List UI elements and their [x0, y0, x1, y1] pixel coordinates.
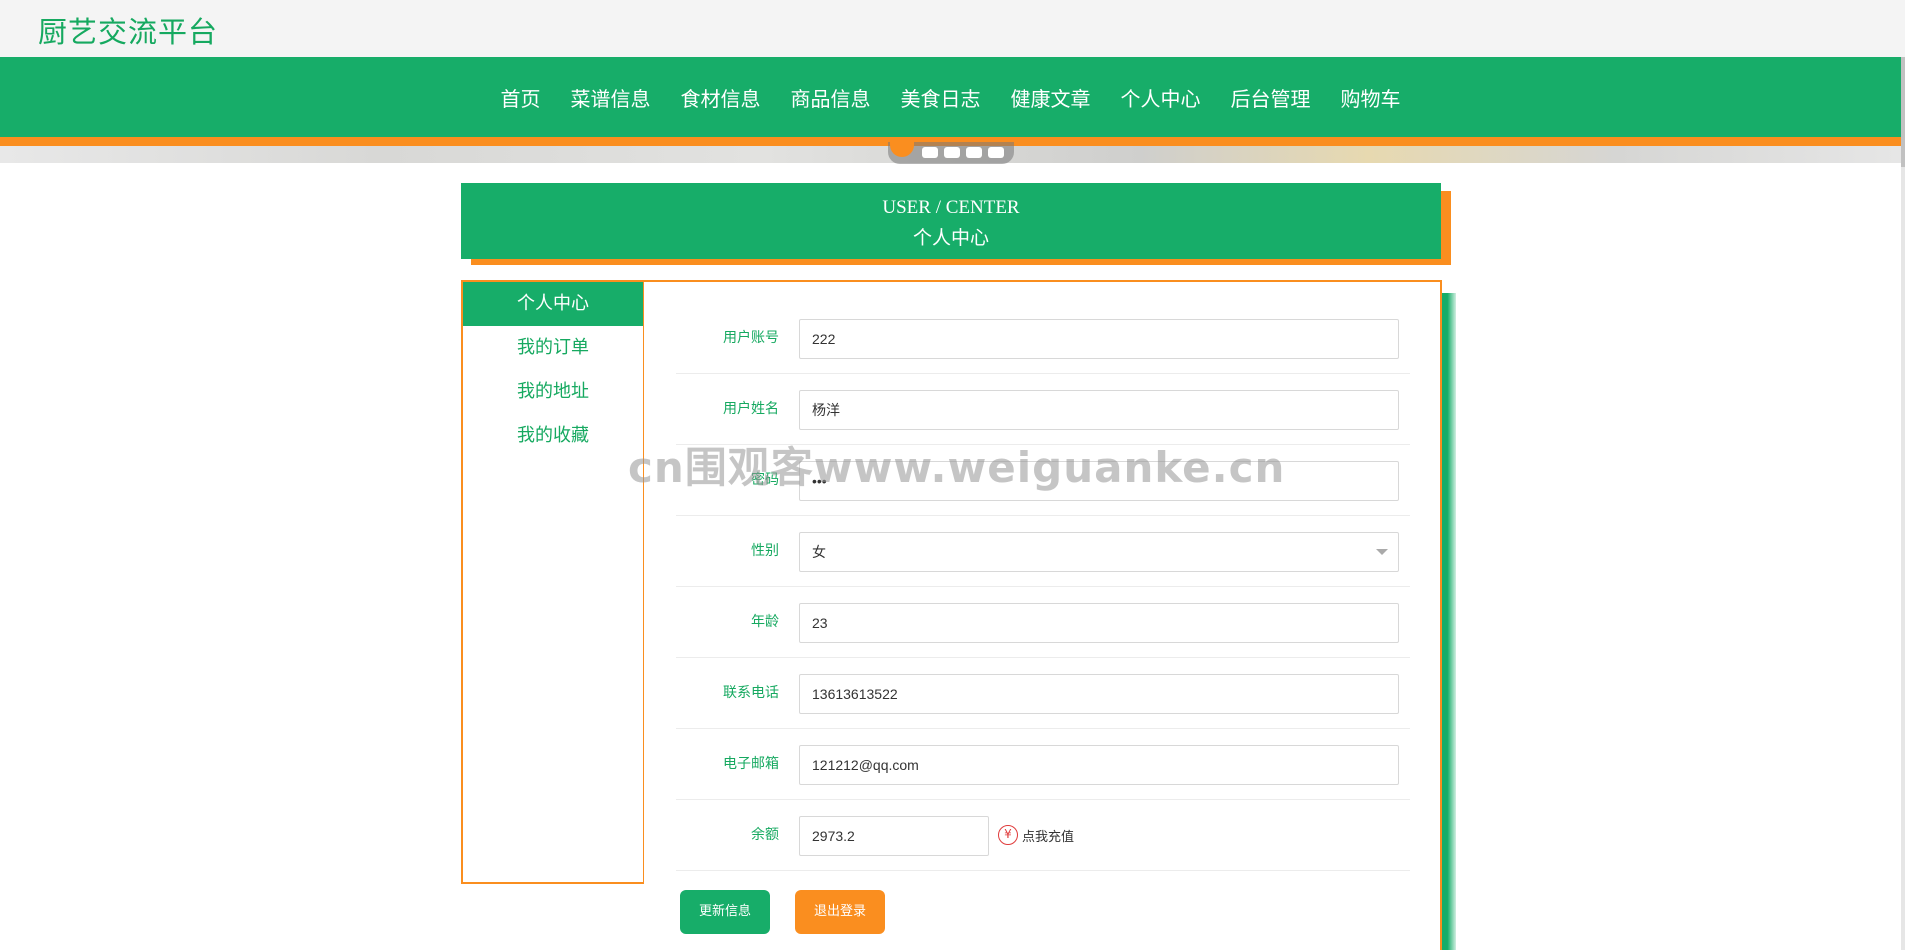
- page: 厨艺交流平台 首页 菜谱信息 食材信息 商品信息 美食日志 健康文章 个人中心 …: [0, 0, 1905, 950]
- site-title[interactable]: 厨艺交流平台: [38, 9, 218, 51]
- section-title-cn: 个人中心: [912, 227, 989, 249]
- page-scrollbar-track[interactable]: [1901, 57, 1905, 950]
- section-header: USER / CENTER 个人中心: [461, 183, 1441, 259]
- update-info-button[interactable]: 更新信息: [680, 890, 770, 934]
- recharge-label: 点我充值: [1022, 829, 1075, 845]
- email-label: 电子邮箱: [723, 756, 779, 772]
- form-row-gender: 性别 女: [676, 516, 1410, 587]
- gender-select[interactable]: 女: [799, 532, 1399, 572]
- account-label: 用户账号: [723, 330, 779, 346]
- nav-item-admin[interactable]: 后台管理: [1216, 83, 1326, 112]
- section-title-en: USER / CENTER: [882, 197, 1020, 218]
- nav-item-ingredients[interactable]: 食材信息: [666, 83, 776, 112]
- yen-icon: ¥: [998, 825, 1018, 845]
- email-input[interactable]: 121212@qq.com: [799, 745, 1399, 785]
- age-label: 年龄: [751, 614, 779, 630]
- recharge-link[interactable]: ¥ 点我充值: [998, 824, 1074, 846]
- sidebar-item-my-favorites[interactable]: 我的收藏: [463, 414, 643, 458]
- age-input[interactable]: 23: [799, 603, 1399, 643]
- form-row-balance: 余额 2973.2 ¥ 点我充值: [676, 800, 1410, 871]
- carousel-dot[interactable]: [944, 147, 960, 158]
- nav-item-recipes[interactable]: 菜谱信息: [556, 83, 666, 112]
- nav-item-cart[interactable]: 购物车: [1326, 83, 1416, 112]
- phone-input[interactable]: 13613613522: [799, 674, 1399, 714]
- balance-input[interactable]: 2973.2: [799, 816, 989, 856]
- sidebar-item-my-orders[interactable]: 我的订单: [463, 326, 643, 370]
- nav-item-home[interactable]: 首页: [486, 83, 556, 112]
- top-bar: 厨艺交流平台: [0, 0, 1905, 57]
- carousel-dot[interactable]: [966, 147, 982, 158]
- form-row-age: 年龄 23: [676, 587, 1410, 658]
- page-scrollbar-thumb[interactable]: [1901, 57, 1905, 167]
- carousel-dot[interactable]: [988, 147, 1004, 158]
- gender-label: 性别: [751, 543, 779, 559]
- name-input[interactable]: 杨洋: [799, 390, 1399, 430]
- chevron-down-icon: [1376, 549, 1388, 555]
- nav-items: 首页 菜谱信息 食材信息 商品信息 美食日志 健康文章 个人中心 后台管理 购物…: [0, 57, 1901, 137]
- nav-item-food-diary[interactable]: 美食日志: [886, 83, 996, 112]
- form-row-phone: 联系电话 13613613522: [676, 658, 1410, 729]
- account-input[interactable]: 222: [799, 319, 1399, 359]
- watermark: cn围观客www.weiguanke.cn: [628, 443, 1286, 492]
- user-sidebar: 个人中心 我的订单 我的地址 我的收藏: [461, 280, 645, 884]
- phone-label: 联系电话: [723, 685, 779, 701]
- balance-label: 余额: [751, 827, 779, 843]
- sidebar-item-my-addresses[interactable]: 我的地址: [463, 370, 643, 414]
- form-row-account: 用户账号 222: [676, 303, 1410, 374]
- nav-item-user-center[interactable]: 个人中心: [1106, 83, 1216, 112]
- sidebar-item-user-center[interactable]: 个人中心: [463, 282, 643, 326]
- main-nav: 首页 菜谱信息 食材信息 商品信息 美食日志 健康文章 个人中心 后台管理 购物…: [0, 57, 1901, 137]
- nav-item-health-articles[interactable]: 健康文章: [996, 83, 1106, 112]
- logout-button[interactable]: 退出登录: [795, 890, 885, 934]
- carousel-dot[interactable]: [922, 147, 938, 158]
- form-row-email: 电子邮箱 121212@qq.com: [676, 729, 1410, 800]
- nav-item-products[interactable]: 商品信息: [776, 83, 886, 112]
- gender-selected-value: 女: [812, 544, 826, 560]
